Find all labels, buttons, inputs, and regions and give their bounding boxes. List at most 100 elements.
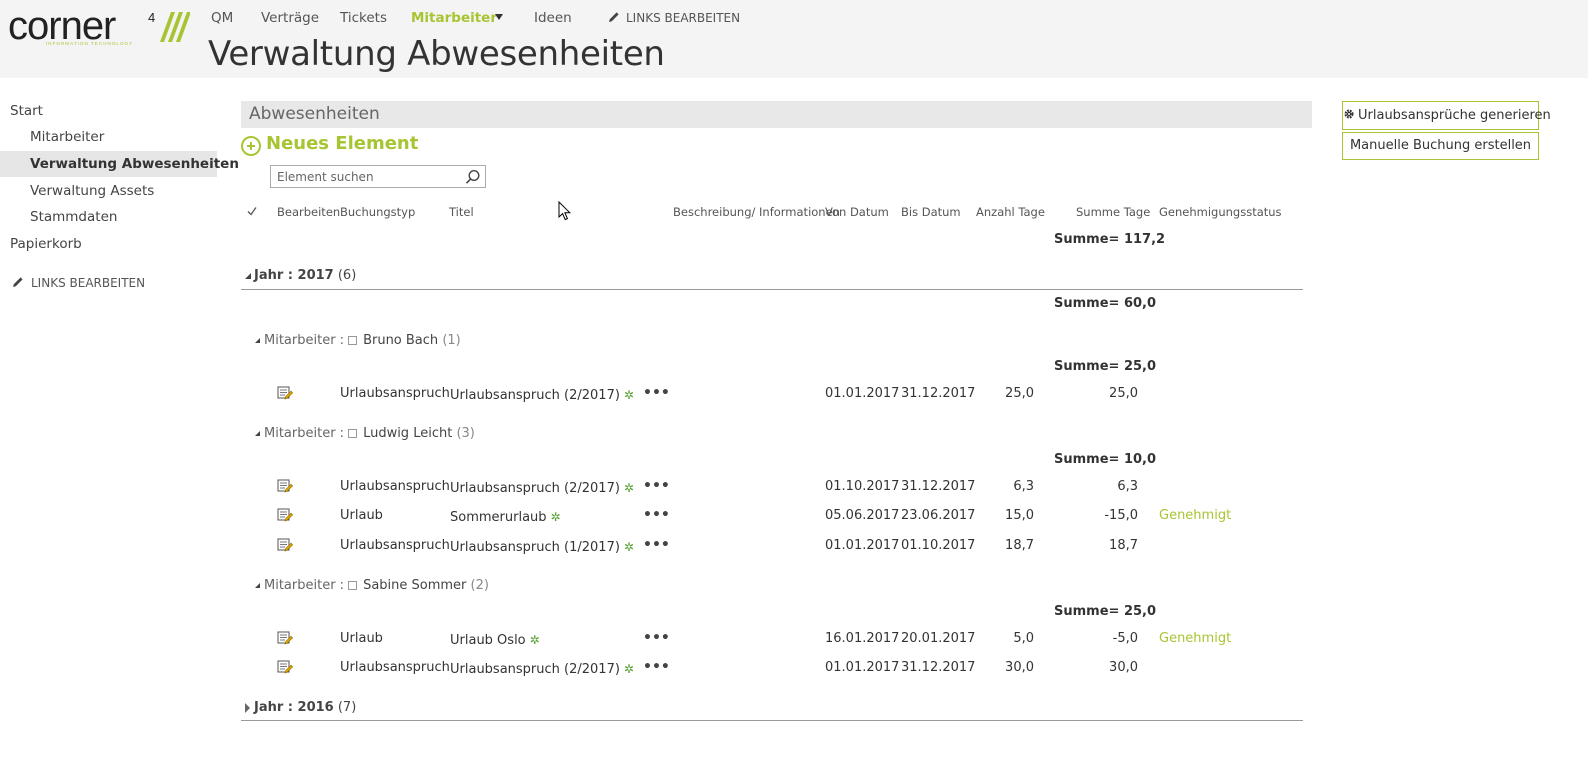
- column-header-genehmigungsstatus[interactable]: Genehmigungsstatus: [1159, 205, 1282, 219]
- subgroup-label: Mitarbeiter :: [264, 333, 345, 348]
- new-item-label: Neues Element: [266, 133, 419, 154]
- column-header-bearbeiten[interactable]: Bearbeiten: [277, 205, 340, 219]
- list-row[interactable]: Urlaubsanspruch Urlaubsanspruch (2/2017)…: [241, 660, 1303, 690]
- topnav-item-qm[interactable]: QM: [211, 10, 233, 26]
- item-title-link[interactable]: Urlaubsanspruch (2/2017): [450, 388, 620, 403]
- list-row[interactable]: Urlaub Urlaub Oslo ✲ ••• 16.01.2017 20.01…: [241, 631, 1303, 661]
- more-options-icon[interactable]: •••: [643, 508, 670, 522]
- chevron-down-icon[interactable]: [495, 14, 503, 20]
- subgroup-header-ludwig-leicht[interactable]: Mitarbeiter : Ludwig Leicht (3): [255, 426, 475, 441]
- edit-item-icon[interactable]: [277, 659, 293, 675]
- manual-booking-button[interactable]: Manuelle Buchung erstellen: [1342, 132, 1539, 160]
- corner4-logo[interactable]: corner 4 INFORMATION TECHNOLOGY: [8, 6, 190, 48]
- collapse-arrow-icon[interactable]: [255, 431, 260, 436]
- new-item-icon: ✲: [623, 662, 634, 676]
- cell-anzahl-tage: 25,0: [1005, 386, 1034, 401]
- cell-summe-tage: -5,0: [1112, 631, 1138, 646]
- leftnav-item-papierkorb[interactable]: Papierkorb: [0, 231, 217, 257]
- person-name[interactable]: Bruno Bach: [363, 333, 438, 348]
- column-header-anzahl-tage[interactable]: Anzahl Tage: [976, 205, 1045, 219]
- item-title-link[interactable]: Sommerurlaub: [450, 510, 547, 525]
- cell-titel[interactable]: Urlaubsanspruch (2/2017) ✲: [450, 388, 634, 403]
- column-header-beschreibung[interactable]: Beschreibung/ Informationen: [673, 205, 840, 219]
- group-divider: [241, 720, 1303, 721]
- cell-summe-tage: 6,3: [1117, 479, 1138, 494]
- topnav-item-vertraege[interactable]: Verträge: [261, 10, 319, 26]
- sum-value: 25,0: [1123, 359, 1157, 374]
- page-title: Verwaltung Abwesenheiten: [208, 34, 665, 74]
- edit-item-icon[interactable]: [277, 537, 293, 553]
- collapse-arrow-icon[interactable]: [255, 583, 260, 588]
- new-item-icon: ✲: [623, 388, 634, 402]
- column-header-bis-datum[interactable]: Bis Datum: [901, 205, 961, 219]
- column-header-summe-tage[interactable]: Summe Tage: [1076, 205, 1150, 219]
- group-label: Jahr : 2016: [254, 700, 334, 715]
- column-header-titel[interactable]: Titel: [449, 205, 474, 219]
- cell-bis-datum: 31.12.2017: [901, 479, 976, 494]
- edit-item-icon[interactable]: [277, 385, 293, 401]
- svg-text:INFORMATION TECHNOLOGY: INFORMATION TECHNOLOGY: [46, 41, 133, 46]
- subgroup-label: Mitarbeiter :: [264, 426, 345, 441]
- group-header-jahr-2017[interactable]: Jahr : 2017 (6): [245, 268, 356, 283]
- leftnav-item-verwaltung-abwesenheiten[interactable]: Verwaltung Abwesenheiten: [0, 151, 239, 177]
- group-total: Summe= 60,0: [1054, 296, 1156, 311]
- list-row[interactable]: Urlaubsanspruch Urlaubsanspruch (2/2017)…: [241, 386, 1303, 416]
- group-count: (7): [337, 700, 357, 715]
- cell-titel[interactable]: Urlaubsanspruch (2/2017) ✲: [450, 662, 634, 677]
- more-options-icon[interactable]: •••: [643, 660, 670, 674]
- more-options-icon[interactable]: •••: [643, 538, 670, 552]
- cell-buchungstyp: Urlaubsanspruch: [340, 479, 450, 494]
- cell-genehmigungsstatus: Genehmigt: [1159, 508, 1232, 523]
- more-options-icon[interactable]: •••: [643, 631, 670, 645]
- cell-titel[interactable]: Urlaubsanspruch (2/2017) ✲: [450, 481, 634, 496]
- cell-anzahl-tage: 6,3: [1013, 479, 1034, 494]
- search-input[interactable]: [271, 166, 461, 187]
- leftnav-item-verwaltung-assets[interactable]: Verwaltung Assets: [0, 178, 217, 204]
- column-header-von-datum[interactable]: Von Datum: [825, 205, 889, 219]
- expand-arrow-icon[interactable]: [245, 703, 250, 713]
- topnav-item-tickets[interactable]: Tickets: [340, 10, 387, 26]
- generate-entitlements-button[interactable]: Urlaubsansprüche generieren: [1342, 101, 1551, 130]
- item-title-link[interactable]: Urlaubsanspruch (2/2017): [450, 662, 620, 677]
- edit-item-icon[interactable]: [277, 630, 293, 646]
- subgroup-header-sabine-sommer[interactable]: Mitarbeiter : Sabine Sommer (2): [255, 578, 489, 593]
- person-name[interactable]: Sabine Sommer: [363, 578, 466, 593]
- new-item-icon: ✲: [623, 540, 634, 554]
- collapse-arrow-icon[interactable]: [245, 273, 251, 279]
- collapse-arrow-icon[interactable]: [255, 338, 260, 343]
- edit-item-icon[interactable]: [277, 478, 293, 494]
- pencil-icon: [609, 12, 619, 22]
- leftnav-item-start[interactable]: Start: [0, 98, 217, 124]
- person-checkbox[interactable]: [348, 581, 358, 590]
- cell-titel[interactable]: Urlaubsanspruch (1/2017) ✲: [450, 540, 634, 555]
- cell-titel[interactable]: Urlaub Oslo ✲: [450, 633, 540, 648]
- list-row[interactable]: Urlaubsanspruch Urlaubsanspruch (2/2017)…: [241, 479, 1303, 509]
- list-row[interactable]: Urlaub Sommerurlaub ✲ ••• 05.06.2017 23.0…: [241, 508, 1303, 538]
- search-icon[interactable]: [464, 168, 482, 186]
- cell-titel[interactable]: Sommerurlaub ✲: [450, 510, 561, 525]
- topnav-item-ideen[interactable]: Ideen: [534, 10, 572, 26]
- more-options-icon[interactable]: •••: [643, 479, 670, 493]
- cell-summe-tage: 30,0: [1109, 660, 1138, 675]
- leftnav-edit-links[interactable]: LINKS BEARBEITEN: [12, 276, 145, 290]
- person-checkbox[interactable]: [348, 429, 358, 438]
- topnav-edit-links[interactable]: LINKS BEARBEITEN: [608, 11, 740, 25]
- person-checkbox[interactable]: [348, 336, 358, 345]
- list-row[interactable]: Urlaubsanspruch Urlaubsanspruch (1/2017)…: [241, 538, 1303, 568]
- checkmark-icon[interactable]: [247, 206, 257, 216]
- cell-von-datum: 01.01.2017: [825, 538, 900, 553]
- column-header-buchungstyp[interactable]: Buchungstyp: [340, 205, 415, 219]
- edit-item-icon[interactable]: [277, 507, 293, 523]
- more-options-icon[interactable]: •••: [643, 386, 670, 400]
- group-header-jahr-2016[interactable]: Jahr : 2016 (7): [245, 700, 356, 715]
- leftnav-item-stammdaten[interactable]: Stammdaten: [0, 204, 217, 230]
- leftnav-item-mitarbeiter[interactable]: Mitarbeiter: [0, 124, 217, 150]
- cell-von-datum: 16.01.2017: [825, 631, 900, 646]
- person-name[interactable]: Ludwig Leicht: [363, 426, 452, 441]
- subgroup-header-bruno-bach[interactable]: Mitarbeiter : Bruno Bach (1): [255, 333, 461, 348]
- item-title-link[interactable]: Urlaub Oslo: [450, 633, 526, 648]
- item-title-link[interactable]: Urlaubsanspruch (2/2017): [450, 481, 620, 496]
- item-title-link[interactable]: Urlaubsanspruch (1/2017): [450, 540, 620, 555]
- topnav-item-mitarbeiter[interactable]: Mitarbeiter: [411, 10, 497, 26]
- cell-von-datum: 05.06.2017: [825, 508, 900, 523]
